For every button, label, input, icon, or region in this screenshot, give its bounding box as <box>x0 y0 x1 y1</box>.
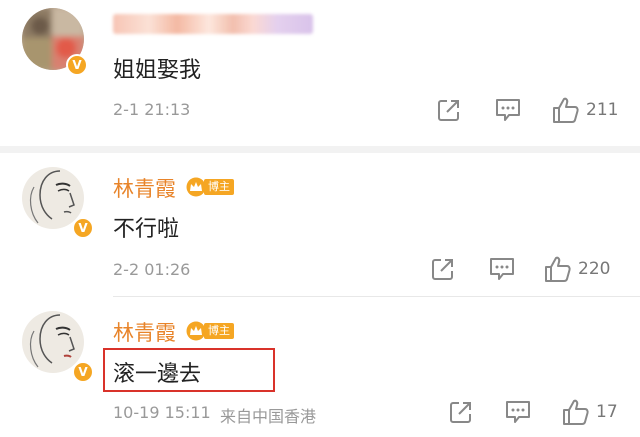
thumbs-up-icon <box>563 399 589 425</box>
like-count: 17 <box>596 402 618 422</box>
comment-icon <box>506 401 530 423</box>
comment-icon <box>496 99 520 121</box>
comment-time: 10-19 15:11 <box>113 403 211 422</box>
comment-text: 姐姐娶我 <box>113 58 202 83</box>
comment-text: 滚一邊去 <box>113 362 202 387</box>
comment-time: 2-1 21:13 <box>113 100 191 119</box>
host-badge-label: 博主 <box>204 179 234 195</box>
crown-icon <box>186 321 206 341</box>
comment-text: 不行啦 <box>113 217 180 242</box>
comment-button[interactable] <box>494 97 522 123</box>
comment-button[interactable] <box>504 399 532 425</box>
repost-button[interactable] <box>430 256 456 282</box>
comment-icon <box>490 258 514 280</box>
host-badge-label: 博主 <box>204 323 234 339</box>
comment-item-3: V 林青霞 博主 滚一邊去 10-19 15:11 来自中国香港 17 <box>0 297 640 437</box>
verified-icon: V <box>72 217 94 239</box>
share-icon <box>450 402 471 423</box>
comment-button[interactable] <box>488 256 516 282</box>
host-badge: 博主 <box>186 321 234 341</box>
repost-button[interactable] <box>436 97 462 123</box>
share-icon <box>438 100 459 121</box>
user-name[interactable]: 林青霞 <box>113 173 176 203</box>
verified-icon: V <box>72 361 94 383</box>
repost-button[interactable] <box>448 399 474 425</box>
like-button[interactable]: 220 <box>544 255 610 283</box>
like-button[interactable]: 17 <box>562 398 618 426</box>
comment-item-2: V 林青霞 博主 不行啦 2-2 01:26 220 <box>0 153 640 296</box>
user-name[interactable]: 林青霞 <box>113 317 176 347</box>
thumbs-up-icon <box>545 256 571 282</box>
share-icon <box>432 259 453 280</box>
like-count: 220 <box>578 259 611 279</box>
section-divider <box>0 146 640 153</box>
crown-icon <box>186 177 206 197</box>
user-name-blurred[interactable] <box>113 14 313 34</box>
comment-source: 来自中国香港 <box>220 407 317 426</box>
host-badge: 博主 <box>186 177 234 197</box>
like-count: 211 <box>586 100 619 120</box>
comment-item-1: V 姐姐娶我 2-1 21:13 211 <box>0 0 640 146</box>
thumbs-up-icon <box>553 97 579 123</box>
comment-time: 2-2 01:26 <box>113 260 191 279</box>
verified-icon: V <box>66 54 88 76</box>
like-button[interactable]: 211 <box>552 96 618 124</box>
